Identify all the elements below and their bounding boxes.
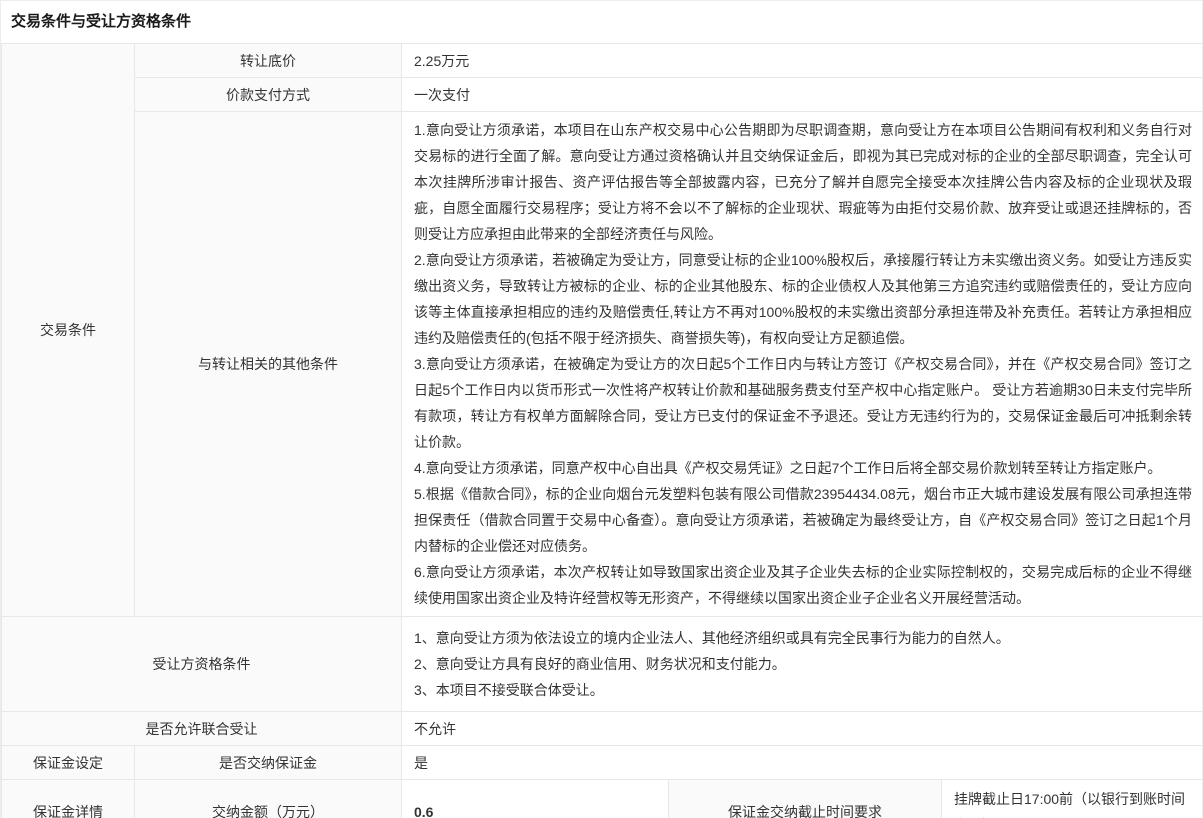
qualification-label: 受让方资格条件 [2,617,402,712]
deposit-deadline-label: 保证金交纳截止时间要求 [669,780,942,818]
other-conditions-text: 1.意向受让方须承诺，本项目在山东产权交易中心公告期即为尽职调查期，意向受让方在… [402,112,1203,617]
condition-paragraph-2: 2.意向受让方须承诺，若被确定为受让方，同意受让标的企业100%股权后，承接履行… [414,247,1192,351]
table-row: 交易条件 转让底价 2.25万元 [2,44,1203,78]
other-conditions-label: 与转让相关的其他条件 [135,112,402,617]
deposit-required-value: 是 [402,746,1203,780]
table-row: 与转让相关的其他条件 1.意向受让方须承诺，本项目在山东产权交易中心公告期即为尽… [2,112,1203,617]
qualification-item-2: 2、意向受让方具有良好的商业信用、财务状况和支付能力。 [414,651,1192,677]
section-title: 交易条件与受让方资格条件 [1,1,1202,43]
condition-paragraph-4: 4.意向受让方须承诺，同意产权中心自出具《产权交易凭证》之日起7个工作日后将全部… [414,455,1192,481]
condition-paragraph-1: 1.意向受让方须承诺，本项目在山东产权交易中心公告期即为尽职调查期，意向受让方在… [414,117,1192,247]
joint-transfer-value: 不允许 [402,712,1203,746]
joint-transfer-label: 是否允许联合受让 [2,712,402,746]
qualification-item-1: 1、意向受让方须为依法设立的境内企业法人、其他经济组织或具有完全民事行为能力的自… [414,625,1192,651]
transaction-conditions-section: 交易条件与受让方资格条件 交易条件 转让底价 2.25万元 价款支付方式 一次支… [0,0,1203,818]
trade-conditions-group-label: 交易条件 [2,44,135,617]
conditions-table: 交易条件 转让底价 2.25万元 价款支付方式 一次支付 与转让相关的其他条件 … [1,43,1203,818]
table-row: 是否允许联合受让 不允许 [2,712,1203,746]
deposit-deadline-value: 挂牌截止日17:00前（以银行到账时间为准） [942,780,1203,818]
condition-paragraph-6: 6.意向受让方须承诺，本次产权转让如导致国家出资企业及其子企业失去标的企业实际控… [414,559,1192,611]
deposit-required-label: 是否交纳保证金 [135,746,402,780]
payment-method-label: 价款支付方式 [135,78,402,112]
condition-paragraph-5: 5.根据《借款合同》，标的企业向烟台元发塑料包装有限公司借款23954434.0… [414,481,1192,559]
condition-paragraph-3: 3.意向受让方须承诺，在被确定为受让方的次日起5个工作日内与转让方签订《产权交易… [414,351,1192,455]
table-row: 保证金详情 交纳金额（万元） 0.6 保证金交纳截止时间要求 挂牌截止日17:0… [2,780,1203,818]
deposit-details-group-label: 保证金详情 [2,780,135,818]
deposit-amount-value: 0.6 [402,780,669,818]
table-row: 受让方资格条件 1、意向受让方须为依法设立的境内企业法人、其他经济组织或具有完全… [2,617,1203,712]
floor-price-value: 2.25万元 [402,44,1203,78]
table-row: 保证金设定 是否交纳保证金 是 [2,746,1203,780]
floor-price-label: 转让底价 [135,44,402,78]
qualification-text: 1、意向受让方须为依法设立的境内企业法人、其他经济组织或具有完全民事行为能力的自… [402,617,1203,712]
deposit-amount-label: 交纳金额（万元） [135,780,402,818]
payment-method-value: 一次支付 [402,78,1203,112]
deposit-setting-group-label: 保证金设定 [2,746,135,780]
qualification-item-3: 3、本项目不接受联合体受让。 [414,677,1192,703]
table-row: 价款支付方式 一次支付 [2,78,1203,112]
